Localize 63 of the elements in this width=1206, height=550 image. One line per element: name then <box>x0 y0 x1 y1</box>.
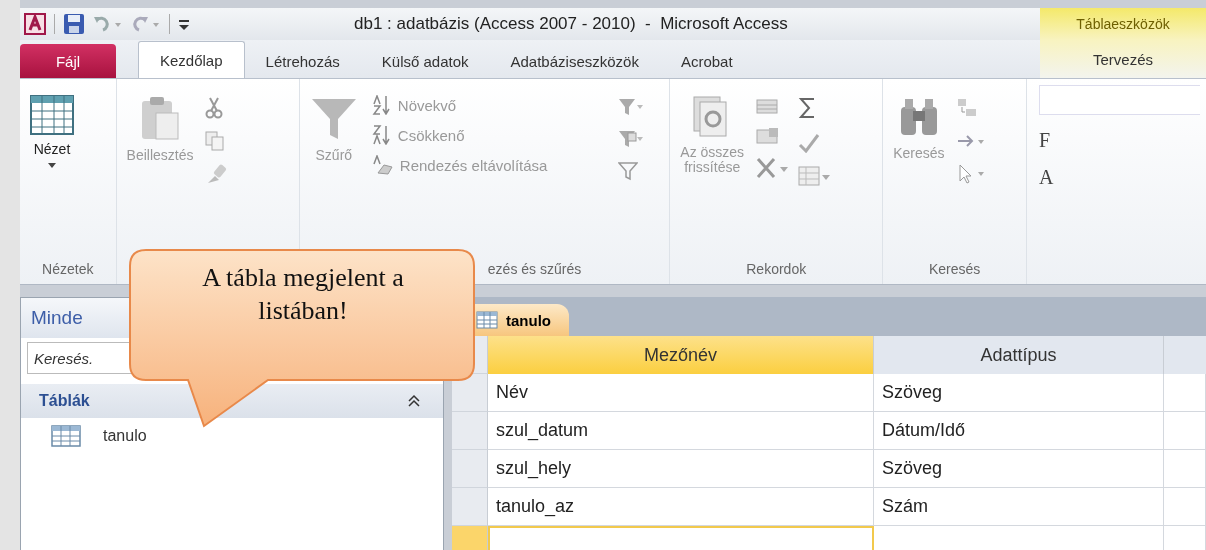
table-cell[interactable]: tanulo_az <box>488 488 874 526</box>
table-cell[interactable]: Dátum/Idő <box>874 412 1164 450</box>
table-item[interactable]: tanulo <box>21 418 443 454</box>
group-label: Keresés <box>927 260 982 279</box>
caret-icon <box>48 163 56 168</box>
ribbon-tab[interactable]: Acrobat <box>659 44 754 78</box>
collapse-icon[interactable] <box>407 394 421 408</box>
table-cell[interactable] <box>1164 450 1206 488</box>
eraser-icon <box>371 155 394 175</box>
filter-options-icon[interactable] <box>617 97 644 117</box>
context-title: Táblaeszközök <box>1040 8 1206 40</box>
table-cell[interactable] <box>1164 488 1206 526</box>
ribbon-tab[interactable]: Létrehozás <box>244 44 361 78</box>
group-title: Táblák <box>39 392 90 410</box>
table-cell[interactable] <box>1164 374 1206 412</box>
row-selector[interactable] <box>452 374 488 412</box>
table-cell[interactable] <box>1164 412 1206 450</box>
ribbon-tab[interactable]: Adatbáziseszközök <box>489 44 660 78</box>
font-button[interactable]: F <box>1039 129 1051 152</box>
pointer-icon[interactable] <box>956 163 987 185</box>
group-label: ezés és szűrés <box>487 261 582 277</box>
group-label: Nézetek <box>41 260 95 279</box>
ribbon-tab[interactable]: Tervezés <box>1040 40 1206 78</box>
table-cell[interactable]: Szöveg <box>874 450 1164 488</box>
more-icon[interactable] <box>798 165 833 187</box>
access-logo-icon[interactable] <box>24 13 46 35</box>
copy-icon[interactable] <box>205 131 226 151</box>
tooltip-text: A tábla megjelent a listában! <box>201 262 405 327</box>
table-cell[interactable]: Név <box>488 374 874 412</box>
delete-icon[interactable] <box>756 157 791 179</box>
save-icon[interactable] <box>63 13 85 35</box>
column-header[interactable] <box>1164 336 1206 374</box>
table-cell[interactable]: Szöveg <box>874 374 1164 412</box>
column-header[interactable]: Mezőnév <box>488 336 874 374</box>
sort-descending-icon <box>371 125 392 145</box>
window-title: db1 : adatbázis (Access 2007 - 2010) - Microsoft Access <box>353 14 789 34</box>
spelling-icon[interactable] <box>798 131 821 153</box>
save-record-icon[interactable] <box>756 127 781 145</box>
sort-ascending-icon <box>371 95 392 115</box>
table-icon <box>51 425 81 447</box>
ribbon-tab[interactable]: Kezdőlap <box>138 41 245 78</box>
table-cell[interactable]: Szám <box>874 488 1164 526</box>
table-icon <box>476 311 498 329</box>
table-cell[interactable]: szul_hely <box>488 450 874 488</box>
view-button[interactable]: Nézet <box>26 93 78 170</box>
new-record-icon[interactable] <box>756 97 781 115</box>
ribbon-tab[interactable]: Külső adatok <box>360 44 490 78</box>
row-selector[interactable] <box>452 450 488 488</box>
filter-options-icon[interactable] <box>617 129 644 149</box>
font-button[interactable]: A <box>1039 166 1054 189</box>
font-field[interactable] <box>1039 85 1200 115</box>
redo-icon[interactable] <box>131 14 161 34</box>
toggle-filter-icon[interactable] <box>617 161 638 181</box>
row-selector[interactable] <box>452 488 488 526</box>
ribbon-tab[interactable]: Fájl <box>20 44 116 78</box>
scissors-icon[interactable] <box>205 97 224 119</box>
undo-icon[interactable] <box>93 14 123 34</box>
group-label: Rekordok <box>745 260 808 279</box>
customize-icon[interactable] <box>178 17 190 31</box>
row-selector[interactable] <box>452 412 488 450</box>
table-icon <box>30 95 74 135</box>
column-header[interactable]: Adattípus <box>874 336 1164 374</box>
table-cell[interactable]: szul_datum <box>488 412 874 450</box>
